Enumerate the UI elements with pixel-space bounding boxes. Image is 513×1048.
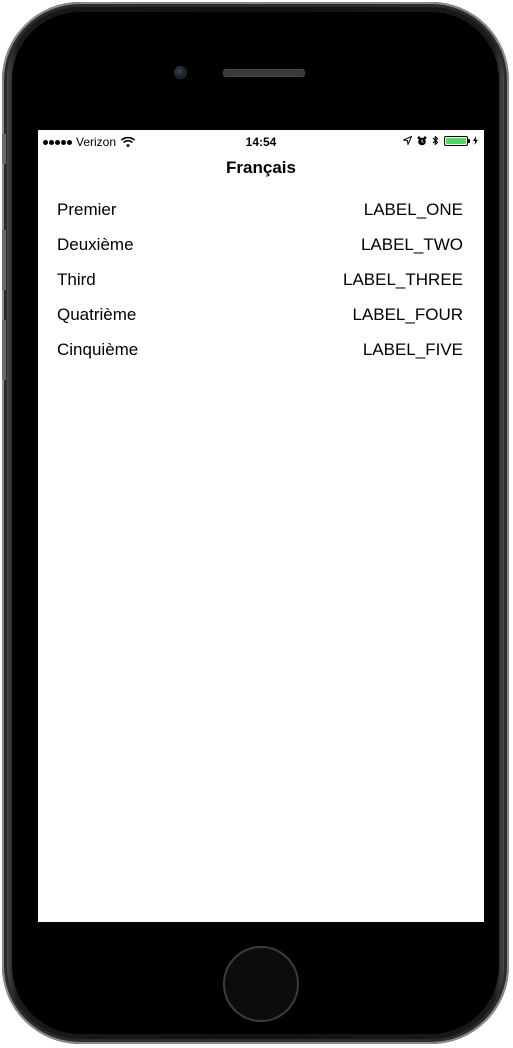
label-list: Premier LABEL_ONE Deuxième LABEL_TWO Thi… [38, 194, 484, 369]
charging-bolt-icon [473, 136, 478, 145]
list-item-label: Third [57, 270, 96, 289]
list-item[interactable]: Quatrième LABEL_FOUR [38, 299, 484, 334]
list-item[interactable]: Deuxième LABEL_TWO [38, 229, 484, 264]
list-item-value: LABEL_THREE [343, 270, 463, 289]
volume-down-button [2, 320, 6, 380]
battery-level [446, 137, 466, 144]
list-item-value: LABEL_FOUR [352, 305, 463, 324]
phone-screen: Verizon 14:54 Français Premier LABEL_ONE… [38, 130, 484, 922]
battery-icon [444, 135, 470, 146]
list-item[interactable]: Cinquième LABEL_FIVE [38, 334, 484, 369]
list-item-label: Quatrième [57, 305, 137, 324]
alarm-clock-icon [417, 135, 427, 145]
volume-up-button [2, 230, 6, 290]
list-item-label: Cinquième [57, 340, 139, 359]
location-arrow-icon [403, 136, 412, 145]
list-item-value: LABEL_FIVE [362, 340, 463, 359]
mute-switch [2, 134, 6, 164]
page-title: Français [226, 158, 296, 177]
earpiece-speaker [223, 69, 305, 77]
list-item[interactable]: Premier LABEL_ONE [38, 194, 484, 229]
list-item-label: Deuxième [57, 235, 134, 254]
bluetooth-icon [432, 135, 439, 146]
list-item-value: LABEL_ONE [363, 200, 463, 219]
status-bar-right [403, 135, 478, 146]
list-item[interactable]: Third LABEL_THREE [38, 264, 484, 299]
home-button[interactable] [223, 946, 299, 1022]
front-camera [174, 66, 187, 79]
status-bar: Verizon 14:54 [38, 130, 484, 152]
list-item-label: Premier [57, 200, 117, 219]
list-item-value: LABEL_TWO [360, 235, 463, 254]
